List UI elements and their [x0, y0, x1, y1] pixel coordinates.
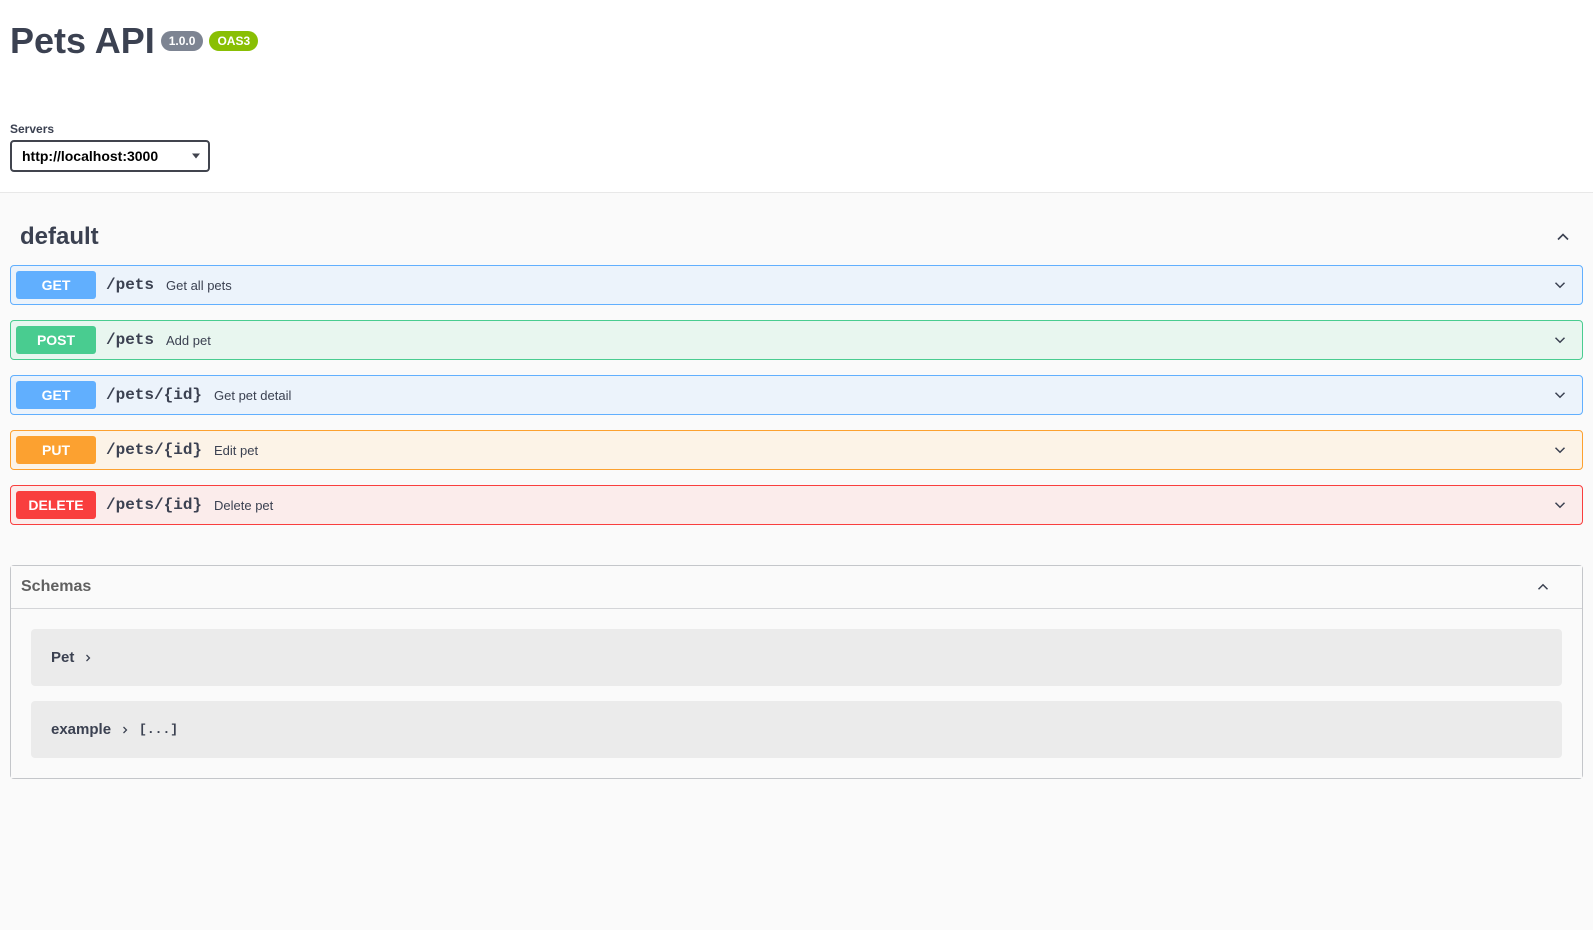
operation-path: /pets/{id}: [106, 496, 202, 514]
schema-item-pet[interactable]: Pet: [31, 629, 1562, 686]
operation-path: /pets: [106, 276, 154, 294]
chevron-down-icon: [1551, 386, 1569, 404]
method-badge: GET: [16, 271, 96, 299]
operation-path: /pets/{id}: [106, 441, 202, 459]
schema-name: example: [51, 721, 111, 738]
operation-post-pets[interactable]: POST /pets Add pet: [10, 320, 1583, 360]
version-badge: 1.0.0: [161, 31, 204, 51]
oas-badge: OAS3: [209, 31, 258, 51]
operation-delete-pet-id[interactable]: DELETE /pets/{id} Delete pet: [10, 485, 1583, 525]
chevron-right-icon: [119, 724, 131, 736]
operation-summary: Edit pet: [214, 443, 258, 458]
servers-section: Servers http://localhost:3000: [0, 102, 1593, 193]
server-select[interactable]: http://localhost:3000: [10, 140, 210, 172]
operations-list: GET /pets Get all pets POST /pets Add pe…: [10, 265, 1583, 525]
method-badge: POST: [16, 326, 96, 354]
header-section: Pets API 1.0.0 OAS3: [0, 0, 1593, 102]
method-badge: GET: [16, 381, 96, 409]
tag-header[interactable]: default: [10, 213, 1583, 265]
schemas-body: Pet example [...]: [11, 609, 1582, 778]
operation-put-pet-id[interactable]: PUT /pets/{id} Edit pet: [10, 430, 1583, 470]
operation-get-pet-id[interactable]: GET /pets/{id} Get pet detail: [10, 375, 1583, 415]
tag-title: default: [20, 223, 99, 251]
chevron-right-icon: [82, 652, 94, 664]
chevron-down-icon: [1551, 276, 1569, 294]
operation-path: /pets/{id}: [106, 386, 202, 404]
operation-summary: Get all pets: [166, 278, 232, 293]
chevron-down-icon: [1551, 496, 1569, 514]
chevron-down-icon: [1551, 441, 1569, 459]
servers-label: Servers: [10, 122, 1583, 136]
schema-item-example[interactable]: example [...]: [31, 701, 1562, 758]
operation-summary: Get pet detail: [214, 388, 291, 403]
content-section: default GET /pets Get all pets POST /pet…: [0, 193, 1593, 799]
server-select-wrap: http://localhost:3000: [10, 140, 210, 172]
schemas-header[interactable]: Schemas: [11, 566, 1582, 609]
operation-summary: Delete pet: [214, 498, 273, 513]
schemas-section: Schemas Pet example [...]: [10, 565, 1583, 779]
method-badge: PUT: [16, 436, 96, 464]
method-badge: DELETE: [16, 491, 96, 519]
operation-summary: Add pet: [166, 333, 211, 348]
api-title: Pets API: [10, 20, 155, 62]
schema-brackets: [...]: [139, 722, 178, 737]
operation-path: /pets: [106, 331, 154, 349]
chevron-up-icon: [1553, 227, 1573, 247]
schemas-title: Schemas: [21, 578, 91, 596]
chevron-up-icon: [1534, 578, 1552, 596]
operation-get-pets[interactable]: GET /pets Get all pets: [10, 265, 1583, 305]
chevron-down-icon: [1551, 331, 1569, 349]
title-row: Pets API 1.0.0 OAS3: [10, 20, 1583, 62]
schema-name: Pet: [51, 649, 74, 666]
